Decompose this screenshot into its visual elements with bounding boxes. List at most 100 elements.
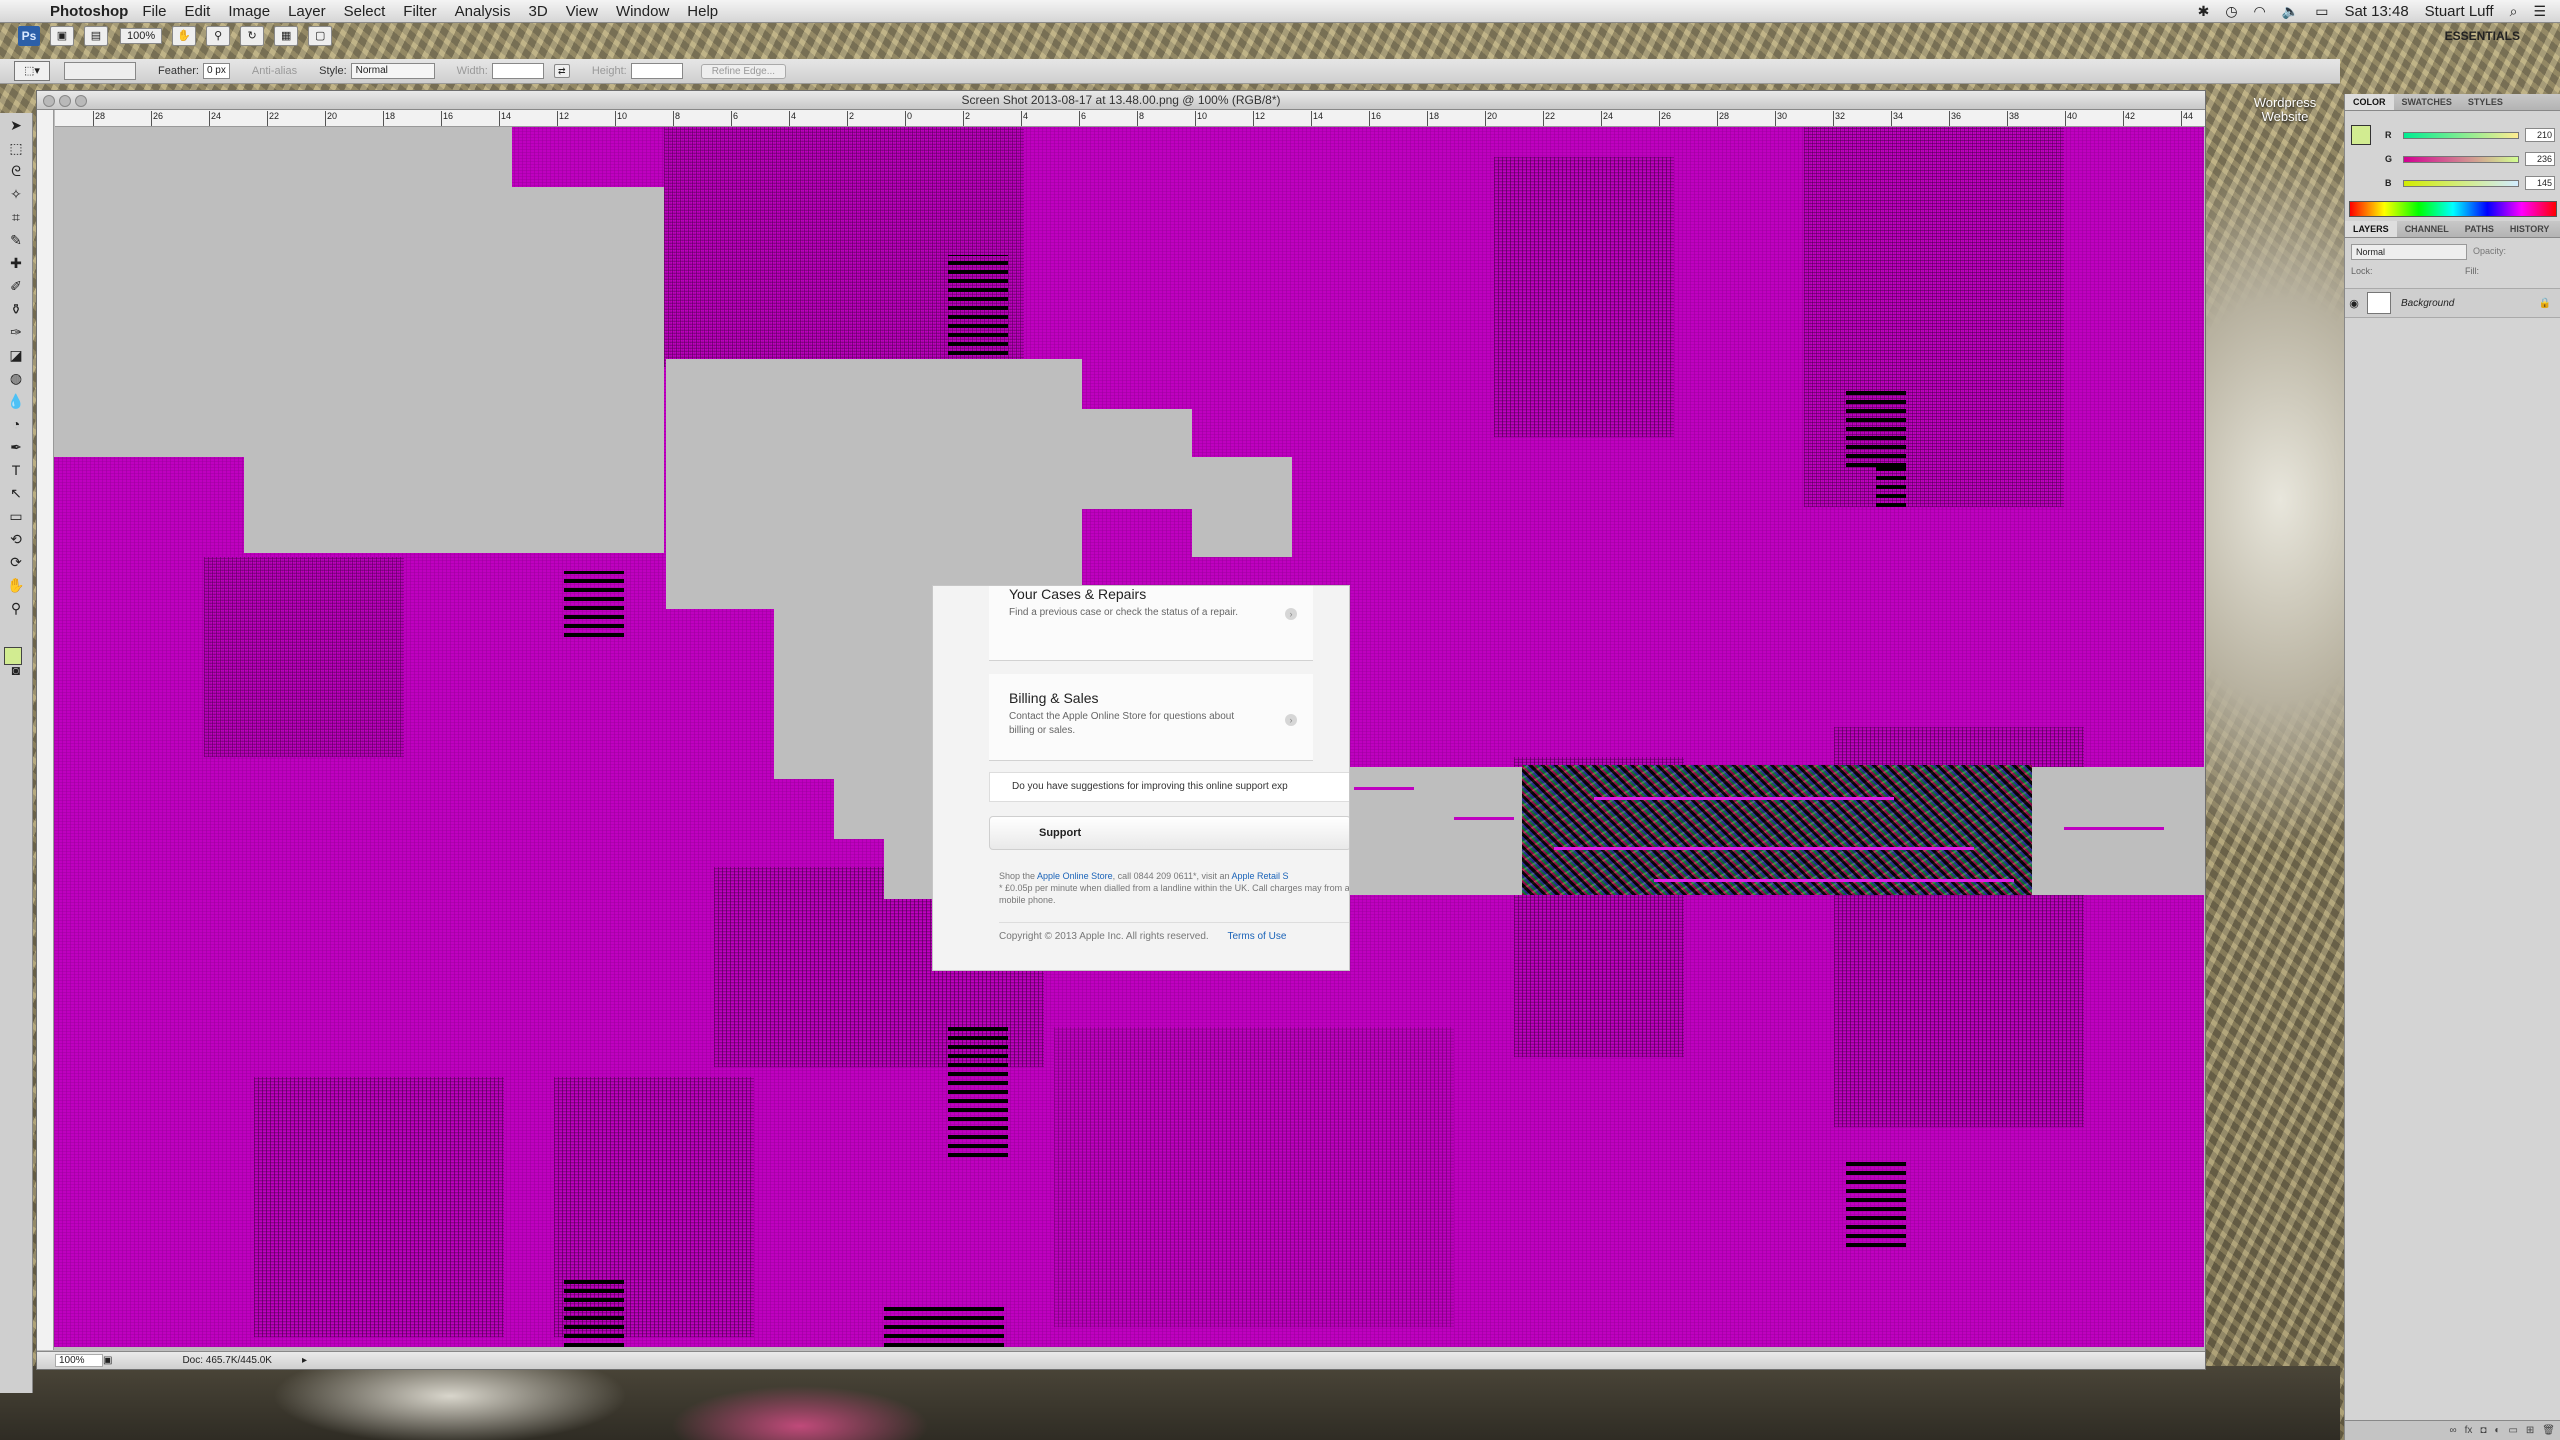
breadcrumb-support-link[interactable]: Support [1039,827,1081,839]
menu-image[interactable]: Image [228,3,270,20]
menu-edit[interactable]: Edit [185,3,211,20]
green-track[interactable] [2403,155,2519,163]
document-title[interactable]: Screen Shot 2013-08-17 at 13.48.00.png @… [37,91,2205,110]
red-slider[interactable]: R 210 [2385,127,2555,143]
horizontal-ruler[interactable]: 28 26 24 22 20 18 16 14 12 10 8 6 4 2 0 … [55,110,2205,127]
antialias-checkbox[interactable]: Anti-alias [252,65,297,77]
blue-slider[interactable]: B 145 [2385,175,2555,191]
menu-window[interactable]: Window [616,3,669,20]
support-card-billing[interactable]: Billing & Sales Contact the Apple Online… [989,674,1313,761]
status-zoom-field[interactable]: 100% [55,1354,103,1367]
status-menu-arrow-icon[interactable]: ▸ [302,1355,307,1366]
apple-online-store-link[interactable]: Apple Online Store [1037,871,1113,881]
dodge-tool-icon[interactable]: ◔ [4,413,28,435]
red-value-input[interactable]: 210 [2525,128,2555,142]
tab-history[interactable]: HISTORY [2502,221,2558,237]
menu-file[interactable]: File [142,3,166,20]
height-input[interactable] [630,63,683,79]
path-selection-tool-icon[interactable]: ↖ [4,482,28,504]
zoom-window-icon[interactable] [75,95,87,107]
lasso-tool-icon[interactable]: ᘓ [4,160,28,182]
tool-preset-picker[interactable]: ⬚▾ [14,61,50,81]
feather-input[interactable]: 0 px [202,63,230,79]
apple-retail-link[interactable]: Apple Retail S [1232,871,1289,881]
zoom-level-select[interactable]: 100% [120,28,163,44]
time-machine-icon[interactable]: ◷ [2225,3,2237,20]
blue-value-input[interactable]: 145 [2525,176,2555,190]
3d-orbit-tool-icon[interactable]: ⟳ [4,551,28,573]
tab-layers[interactable]: LAYERS [2345,221,2397,237]
adjustment-layer-icon[interactable]: ◐ [2494,1425,2500,1436]
add-mask-icon[interactable]: ◘ [2480,1425,2486,1436]
desktop-icon-label[interactable]: Wordpress Website [2240,96,2330,124]
spotlight-search-icon[interactable]: ⌕ [2510,3,2518,20]
menu-layer[interactable]: Layer [288,3,326,20]
rotate-view-icon[interactable]: ↻ [240,26,265,46]
new-group-icon[interactable]: ▭ [2508,1425,2517,1436]
paint-bucket-tool-icon[interactable]: ◍ [4,367,28,389]
type-tool-icon[interactable]: T [4,459,28,481]
crop-tool-icon[interactable]: ⌗ [4,206,28,228]
green-slider[interactable]: G 236 [2385,151,2555,167]
clone-stamp-tool-icon[interactable]: ⚱ [4,298,28,320]
mini-bridge-button[interactable]: ▤ [84,26,108,46]
color-spectrum-ramp[interactable] [2349,201,2557,217]
vertical-ruler[interactable] [37,110,54,1350]
workspace-switcher[interactable]: ESSENTIALS [2445,29,2520,43]
arrange-documents-icon[interactable]: ▦ [274,26,299,46]
layer-style-icon[interactable]: fx [2465,1425,2473,1436]
zoom-tool-icon[interactable]: ⚲ [206,26,231,46]
brush-tool-icon[interactable]: ✐ [4,275,28,297]
blue-track[interactable] [2403,179,2519,187]
bridge-button[interactable]: ▣ [50,26,74,46]
green-value-input[interactable]: 236 [2525,152,2555,166]
selection-mode-buttons[interactable] [64,62,136,80]
status-preview-icon[interactable]: ▣ [103,1355,112,1366]
healing-brush-tool-icon[interactable]: ✚ [4,252,28,274]
eraser-tool-icon[interactable]: ◪ [4,344,28,366]
close-icon[interactable] [43,95,55,107]
blur-tool-icon[interactable]: 💧 [4,390,28,412]
bluetooth-icon[interactable]: ✱ [2198,3,2210,20]
zoom-tool-icon[interactable]: ⚲ [4,597,28,619]
menu-analysis[interactable]: Analysis [455,3,511,20]
menu-view[interactable]: View [566,3,598,20]
refine-edge-button[interactable]: Refine Edge... [700,63,787,79]
visibility-eye-icon[interactable]: ◉ [2345,297,2363,310]
layer-row[interactable]: ◉ Background 🔒 [2345,288,2560,318]
menubar-clock[interactable]: Sat 13:48 [2344,3,2408,20]
screen-mode-icon[interactable]: ▢ [308,26,333,46]
link-layers-icon[interactable]: ∞ [2449,1425,2456,1436]
status-doc-size[interactable]: Doc: 465.7K/445.0K [182,1355,272,1366]
hand-tool-icon[interactable]: ✋ [4,574,28,596]
terms-of-use-link[interactable]: Terms of Use [1227,931,1286,942]
menu-3d[interactable]: 3D [529,3,548,20]
menu-select[interactable]: Select [344,3,386,20]
image-canvas[interactable]: Your Cases & Repairs Find a previous cas… [54,127,2204,1347]
battery-icon[interactable]: ▭ [2315,3,2328,20]
tab-channels[interactable]: CHANNEL [2397,221,2457,237]
menu-help[interactable]: Help [687,3,718,20]
swap-dimensions-icon[interactable]: ⇄ [553,64,570,78]
tab-swatches[interactable]: SWATCHES [2394,94,2460,110]
hand-tool-icon[interactable]: ✋ [172,26,197,46]
blend-mode-select[interactable]: Normal [2351,244,2467,260]
style-select[interactable]: Normal [350,63,435,79]
tab-paths[interactable]: PATHS [2457,221,2502,237]
support-card-cases[interactable]: Your Cases & Repairs Find a previous cas… [989,586,1313,661]
wifi-icon[interactable]: ◠ [2254,3,2266,20]
menubar-user[interactable]: Stuart Luff [2425,3,2494,20]
foreground-color-swatch[interactable] [4,647,22,665]
foreground-color-swatch[interactable] [2351,125,2371,145]
red-track[interactable] [2403,131,2519,139]
new-layer-icon[interactable]: ⊞ [2526,1425,2534,1436]
pen-tool-icon[interactable]: ✒ [4,436,28,458]
tab-styles[interactable]: STYLES [2460,94,2511,110]
magic-wand-tool-icon[interactable]: ✧ [4,183,28,205]
notification-center-icon[interactable]: ☰ [2533,3,2546,20]
delete-layer-icon[interactable]: 🗑 [2542,1425,2555,1436]
layer-name[interactable]: Background [2401,298,2454,309]
marquee-tool-icon[interactable]: ⬚ [4,137,28,159]
eyedropper-tool-icon[interactable]: ✎ [4,229,28,251]
width-input[interactable] [491,63,544,79]
